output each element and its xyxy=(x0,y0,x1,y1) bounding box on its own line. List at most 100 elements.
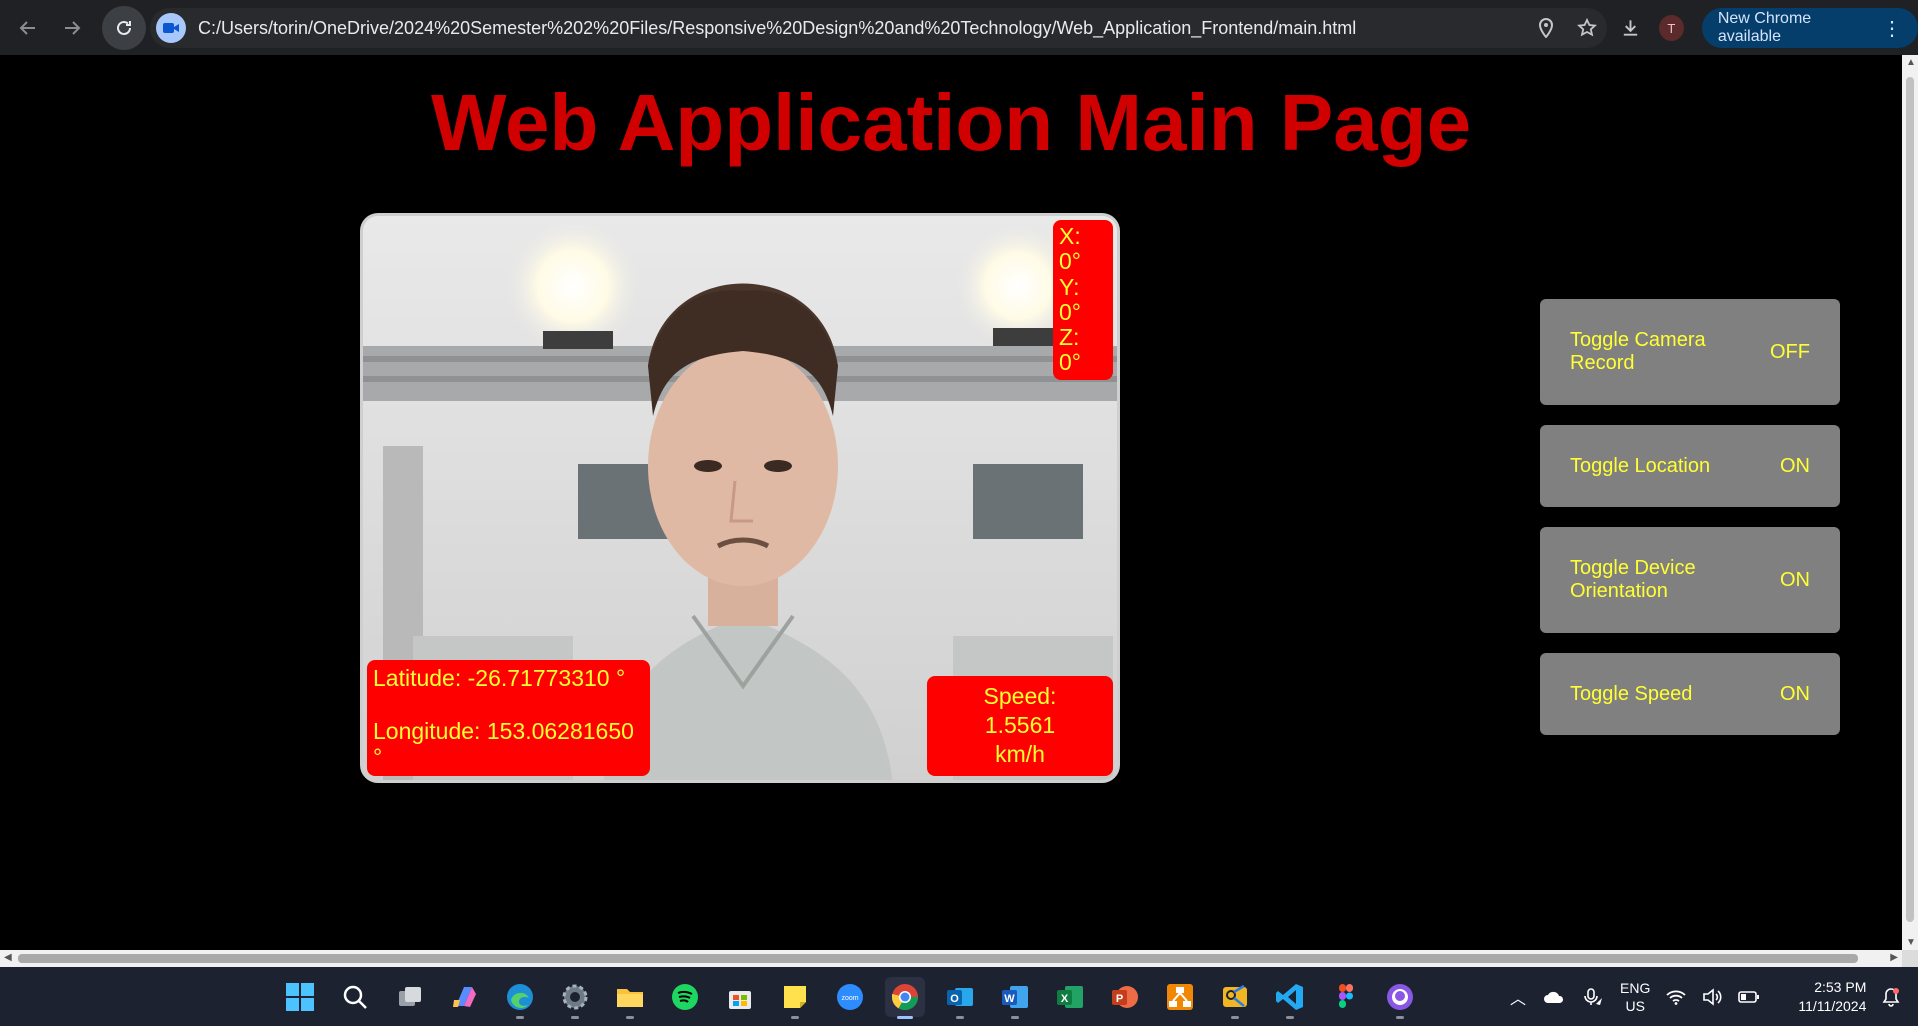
show-hidden-icons-chevron-up-icon[interactable]: ︿ xyxy=(1510,985,1526,1009)
update-label: New Chrome available xyxy=(1717,10,1812,45)
toggle-state: OFF xyxy=(1770,340,1810,363)
web-page: Web Application Main Page X: 0° Y: 0° Z:… xyxy=(0,55,1902,950)
arrow-left-icon xyxy=(19,20,35,35)
windows-logo-icon xyxy=(286,982,314,1011)
horizontal-scrollbar[interactable]: ◀ ▶ xyxy=(0,950,1902,967)
copilot-button[interactable] xyxy=(445,977,485,1017)
orientation-y: Y: 0° xyxy=(1059,273,1081,325)
outlook-icon: O xyxy=(947,987,973,1006)
scroll-left-icon[interactable]: ◀ xyxy=(4,952,12,963)
battery-icon[interactable] xyxy=(1738,990,1760,1004)
spotify-icon xyxy=(672,983,698,1010)
spotify-taskbar-icon[interactable] xyxy=(665,977,705,1017)
outlook-taskbar-icon[interactable]: O xyxy=(940,977,980,1019)
sticky-note-icon xyxy=(784,985,806,1008)
start-button[interactable] xyxy=(280,977,320,1017)
date-text: 11/11/2024 xyxy=(1798,997,1867,1014)
clock[interactable]: 2:53 PM 11/11/2024 xyxy=(1798,978,1866,1016)
address-bar[interactable]: C:/Users/torin/OneDrive/2024%20Semester%… xyxy=(150,8,1607,48)
gear-icon xyxy=(562,984,588,1009)
sticky-notes-taskbar-icon[interactable] xyxy=(775,977,815,1019)
speed-value: 1.5561 xyxy=(984,712,1056,738)
powerpoint-taskbar-icon[interactable]: P xyxy=(1105,977,1145,1017)
microphone-location-icon[interactable] xyxy=(1582,986,1604,1008)
wifi-icon[interactable] xyxy=(1666,989,1686,1005)
toggle-location-button[interactable]: Toggle Location ON xyxy=(1540,425,1840,507)
orientation-readout: X: 0° Y: 0° Z: 0° xyxy=(1053,220,1113,380)
search-icon xyxy=(343,985,367,1009)
toggle-state: ON xyxy=(1780,568,1810,591)
vscode-icon xyxy=(1276,983,1303,1010)
snipping-tool-taskbar-icon[interactable] xyxy=(1215,977,1255,1019)
drawio-taskbar-icon[interactable] xyxy=(1160,977,1200,1017)
figma-taskbar-icon[interactable] xyxy=(1325,977,1365,1017)
svg-text:O: O xyxy=(950,993,959,1005)
svg-text:X: X xyxy=(1061,993,1069,1005)
scrollbar-corner xyxy=(1902,950,1918,967)
url-text[interactable]: C:/Users/torin/OneDrive/2024%20Semester%… xyxy=(198,18,1356,39)
store-icon xyxy=(729,990,751,1009)
forward-button[interactable] xyxy=(50,6,94,50)
vertical-scrollbar[interactable]: ▲ ▼ xyxy=(1902,55,1918,950)
figma-icon xyxy=(1339,983,1353,1008)
horizontal-scroll-thumb[interactable] xyxy=(18,954,1858,963)
browser-toolbar: C:/Users/torin/OneDrive/2024%20Semester%… xyxy=(0,0,1918,55)
task-view-button[interactable] xyxy=(390,977,430,1017)
location-readout: Latitude: -26.71773310 ° Longitude: 153.… xyxy=(367,660,650,776)
language-code: ENG xyxy=(1620,979,1651,996)
edge-icon xyxy=(507,983,533,1010)
zoom-icon: zoom xyxy=(837,983,863,1010)
reload-button[interactable] xyxy=(102,5,146,50)
svg-text:zoom: zoom xyxy=(841,995,858,1002)
new-chrome-available-button[interactable]: New Chrome available ⋮ xyxy=(1701,8,1918,48)
github-desktop-taskbar-icon[interactable] xyxy=(1380,977,1420,1019)
search-button[interactable] xyxy=(335,977,375,1017)
diagram-app-icon xyxy=(1167,983,1193,1010)
settings-taskbar-icon[interactable] xyxy=(555,977,595,1019)
task-view-icon xyxy=(399,986,421,1006)
language-indicator[interactable]: ENG US xyxy=(1620,979,1650,1015)
language-region: US xyxy=(1625,997,1645,1014)
file-explorer-taskbar-icon[interactable] xyxy=(610,977,650,1019)
scroll-down-icon[interactable]: ▼ xyxy=(1906,937,1916,948)
scroll-up-icon[interactable]: ▲ xyxy=(1906,57,1916,68)
notification-bell-icon[interactable] xyxy=(1882,987,1900,1007)
powerpoint-icon: P xyxy=(1112,985,1138,1008)
toggle-camera-record-button[interactable]: Toggle Camera Record OFF xyxy=(1540,299,1840,405)
bookmark-star-icon[interactable] xyxy=(1577,18,1597,38)
orientation-x: X: 0° xyxy=(1059,223,1081,275)
latitude-text: Latitude: -26.71773310 ° xyxy=(373,665,626,692)
site-info-button[interactable] xyxy=(156,13,186,43)
vertical-scroll-thumb[interactable] xyxy=(1906,77,1914,922)
reload-icon xyxy=(117,20,131,35)
chrome-taskbar-icon[interactable] xyxy=(885,976,925,1019)
download-icon[interactable] xyxy=(1620,17,1641,39)
speed-readout: Speed: 1.5561 km/h xyxy=(927,676,1113,776)
microsoft-store-taskbar-icon[interactable] xyxy=(720,977,760,1017)
toggle-device-orientation-button[interactable]: Toggle Device Orientation ON xyxy=(1540,527,1840,633)
word-taskbar-icon[interactable]: W xyxy=(995,977,1035,1019)
video-camera-icon xyxy=(163,23,179,33)
location-pin-icon[interactable] xyxy=(1537,18,1555,38)
orientation-z: Z: 0° xyxy=(1059,324,1081,376)
toggle-label: Toggle Speed xyxy=(1570,682,1693,705)
toggle-label: Toggle Camera Record xyxy=(1570,329,1706,374)
vscode-taskbar-icon[interactable] xyxy=(1270,977,1310,1019)
scroll-right-icon[interactable]: ▶ xyxy=(1890,952,1898,963)
toggle-panel: Toggle Camera Record OFF Toggle Location… xyxy=(1540,299,1840,755)
svg-text:W: W xyxy=(1004,993,1015,1005)
onedrive-cloud-icon[interactable] xyxy=(1542,989,1566,1005)
page-title: Web Application Main Page xyxy=(430,78,1472,167)
zoom-taskbar-icon[interactable]: zoom xyxy=(830,977,870,1017)
toggle-speed-button[interactable]: Toggle Speed ON xyxy=(1540,653,1840,735)
svg-text:P: P xyxy=(1116,993,1123,1005)
time-text: 2:53 PM xyxy=(1814,978,1867,995)
back-button[interactable] xyxy=(6,6,50,50)
edge-taskbar-icon[interactable] xyxy=(500,977,540,1019)
toggle-state: ON xyxy=(1780,682,1810,705)
profile-avatar[interactable]: T xyxy=(1659,15,1684,41)
volume-icon[interactable] xyxy=(1702,987,1722,1006)
word-icon: W xyxy=(1002,985,1028,1008)
excel-taskbar-icon[interactable]: X xyxy=(1050,977,1090,1017)
folder-icon xyxy=(617,988,643,1007)
